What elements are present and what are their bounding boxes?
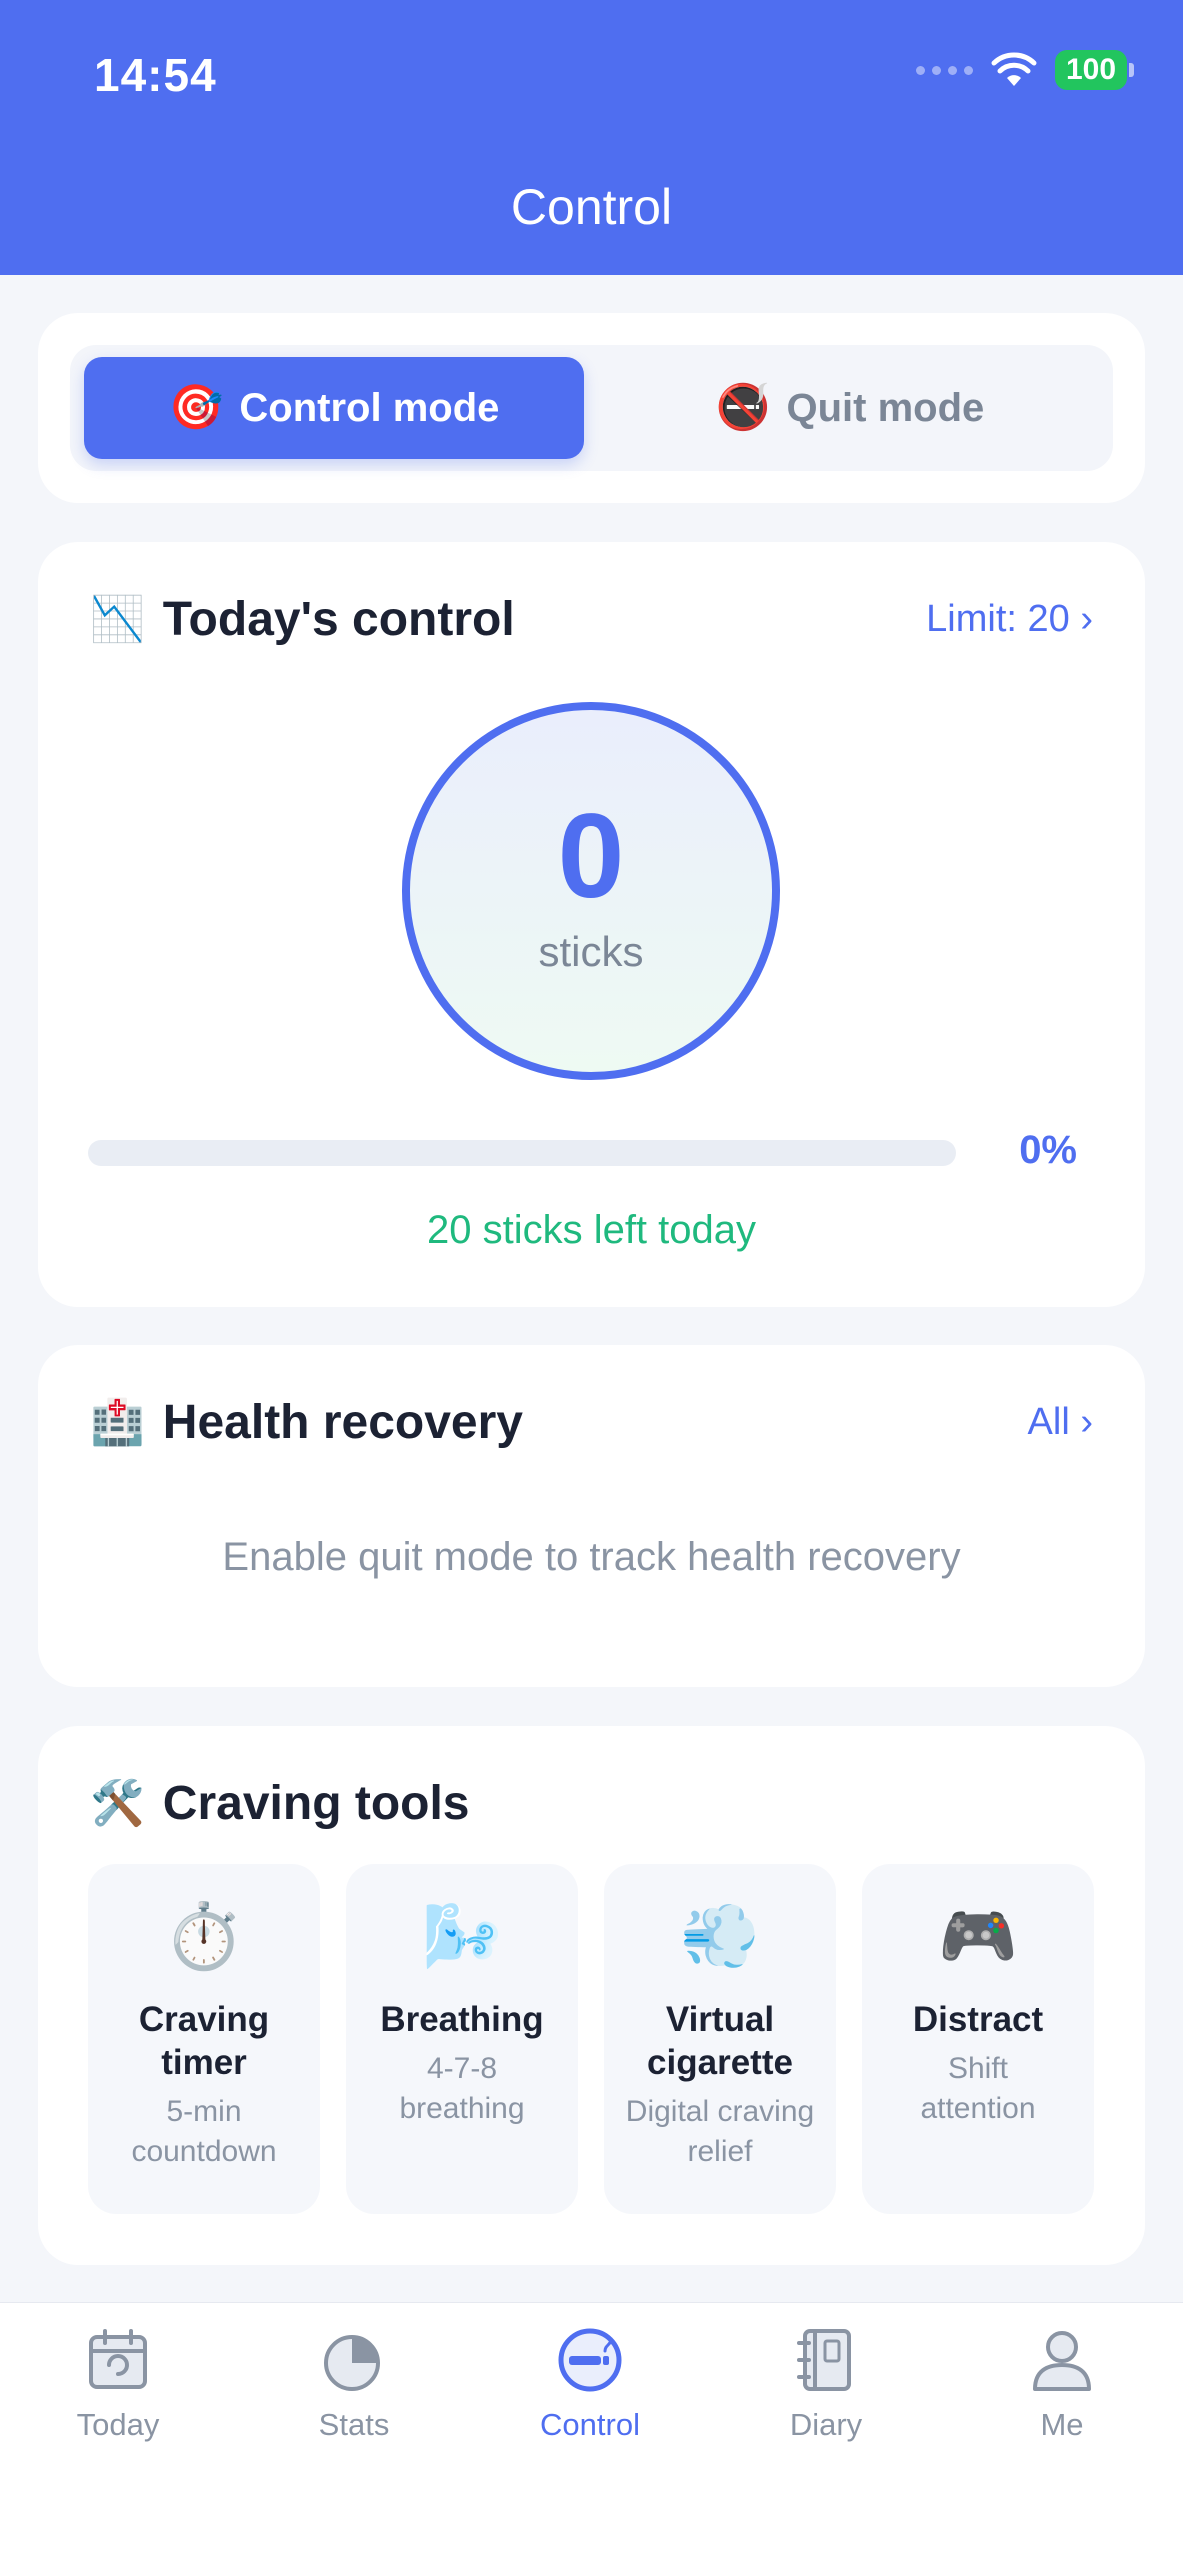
battery-indicator: 100: [1055, 50, 1134, 90]
limit-link[interactable]: Limit: 20 ›: [926, 598, 1093, 641]
tab-control[interactable]: Control: [472, 2323, 708, 2443]
wind-face-icon: 🌬️: [422, 1900, 502, 1972]
tool-distract[interactable]: 🎮 Distract Shift attention: [862, 1864, 1094, 2214]
health-recovery-header: 🏥 Health recovery: [90, 1395, 523, 1450]
hammer-wrench-icon: 🛠️: [90, 1778, 145, 1828]
tool-desc: Shift attention: [920, 2052, 1036, 2125]
tool-desc: 4-7-8 breathing: [399, 2052, 525, 2125]
bottom-tab-bar: Today Stats Control Diary Me: [0, 2302, 1183, 2560]
health-all-link[interactable]: All ›: [1028, 1401, 1093, 1444]
count-ring: 0 sticks: [402, 702, 780, 1080]
mode-card: 🎯 Control mode 🚭 Quit mode: [38, 313, 1145, 503]
tool-desc: 5-min countdown: [131, 2095, 277, 2168]
calendar-icon: [89, 2329, 147, 2389]
tab-label: Today: [76, 2407, 160, 2442]
mode-switch: 🎯 Control mode 🚭 Quit mode: [70, 345, 1113, 471]
today-control-title: Today's control: [162, 593, 515, 646]
craving-tools-title: Craving tools: [162, 1777, 470, 1830]
control-mode-button[interactable]: 🎯 Control mode: [84, 357, 584, 459]
tab-label: Stats: [318, 2407, 390, 2442]
status-time: 14:54: [94, 49, 217, 101]
today-control-card: 📉 Today's control Limit: 20 › 0 sticks 0…: [38, 542, 1145, 1307]
craving-tools-header: 🛠️ Craving tools: [90, 1776, 470, 1831]
status-indicators: 100: [916, 50, 1134, 90]
stopwatch-icon: ⏱️: [164, 1900, 244, 1972]
tool-name: Craving timer: [138, 2000, 270, 2082]
tool-name: Breathing: [380, 2000, 544, 2039]
no-smoking-icon: 🚭: [715, 383, 771, 432]
tool-breathing[interactable]: 🌬️ Breathing 4-7-8 breathing: [346, 1864, 578, 2214]
control-mode-label: Control mode: [239, 385, 500, 430]
app-header: 14:54 100 Control: [0, 0, 1183, 275]
target-icon: 🎯: [168, 383, 224, 432]
gamepad-icon: 🎮: [938, 1900, 1018, 1972]
smoke-puff-icon: 💨: [680, 1900, 760, 1972]
notebook-icon: [797, 2329, 851, 2391]
quit-mode-label: Quit mode: [786, 385, 985, 430]
stick-count: 0: [557, 789, 625, 923]
page-title: Control: [510, 179, 673, 235]
tab-stats[interactable]: Stats: [236, 2323, 472, 2443]
tool-name: Virtual cigarette: [647, 2000, 793, 2082]
hospital-icon: 🏥: [90, 1397, 145, 1447]
user-icon: [1033, 2331, 1091, 2391]
tab-diary[interactable]: Diary: [708, 2323, 944, 2443]
tool-virtual-cigarette[interactable]: 💨 Virtual cigarette Digital craving reli…: [604, 1864, 836, 2214]
tab-label: Control: [540, 2407, 640, 2442]
wifi-icon: [991, 52, 1037, 86]
stick-unit: sticks: [538, 928, 644, 975]
tab-today[interactable]: Today: [0, 2323, 236, 2443]
health-empty-message: Enable quit mode to track health recover…: [222, 1535, 961, 1579]
health-recovery-title: Health recovery: [162, 1396, 523, 1449]
tool-name: Distract: [912, 2000, 1044, 2039]
chart-decreasing-icon: 📉: [90, 594, 145, 644]
health-recovery-card: 🏥 Health recovery All › Enable quit mode…: [38, 1345, 1145, 1687]
no-smoking-circle-icon: [558, 2328, 622, 2392]
pie-chart-icon: [324, 2335, 380, 2391]
today-control-header: 📉 Today's control: [90, 592, 515, 647]
sticks-left-text: 20 sticks left today: [426, 1208, 757, 1252]
progress-percent: 0%: [1019, 1128, 1077, 1172]
tab-label: Diary: [789, 2407, 863, 2442]
craving-tools-card: 🛠️ Craving tools ⏱️ Craving timer 5-min …: [38, 1726, 1145, 2265]
cellular-signal-icon: [916, 65, 973, 75]
tool-desc: Digital craving relief: [625, 2095, 815, 2168]
tool-craving-timer[interactable]: ⏱️ Craving timer 5-min countdown: [88, 1864, 320, 2214]
tab-me[interactable]: Me: [944, 2323, 1180, 2443]
tab-label: Me: [1040, 2407, 1084, 2442]
progress-bar: [88, 1140, 956, 1166]
quit-mode-button[interactable]: 🚭 Quit mode: [600, 357, 1100, 459]
